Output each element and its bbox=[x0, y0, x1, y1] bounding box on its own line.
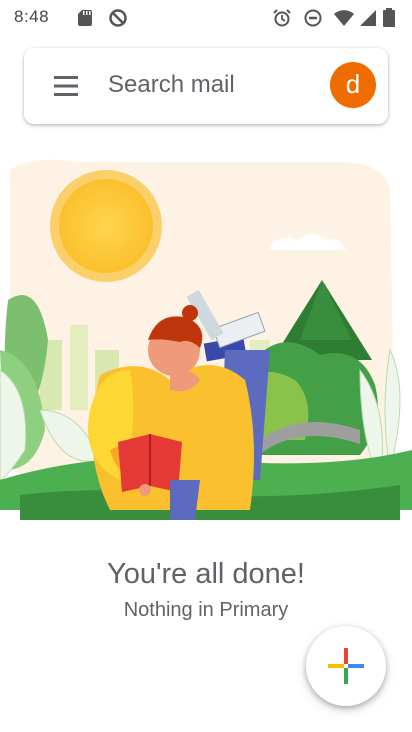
search-bar[interactable]: Search mail d bbox=[24, 48, 388, 124]
status-bar: 8:48 bbox=[0, 0, 412, 36]
gmail-inbox-screen: 8:48 Search mail d You're all done! Noth… bbox=[0, 0, 412, 732]
hamburger-menu-icon bbox=[54, 76, 78, 96]
account-avatar[interactable]: d bbox=[330, 62, 376, 108]
menu-button[interactable] bbox=[42, 66, 90, 106]
battery-icon bbox=[383, 8, 395, 27]
compose-button[interactable] bbox=[306, 626, 386, 706]
search-input[interactable]: Search mail bbox=[108, 71, 235, 99]
sd-card-icon bbox=[78, 10, 92, 26]
empty-inbox-illustration bbox=[0, 150, 412, 520]
signal-icon bbox=[360, 10, 376, 26]
empty-state-subtitle: Nothing in Primary bbox=[123, 599, 289, 621]
dnd-minus-icon bbox=[304, 9, 322, 27]
no-disturb-circle-icon bbox=[109, 9, 127, 27]
wifi-icon bbox=[334, 10, 354, 26]
compose-plus-icon bbox=[328, 648, 364, 684]
empty-state-title: You're all done! bbox=[107, 558, 305, 590]
alarm-icon bbox=[273, 9, 291, 27]
status-time: 8:48 bbox=[14, 7, 50, 26]
